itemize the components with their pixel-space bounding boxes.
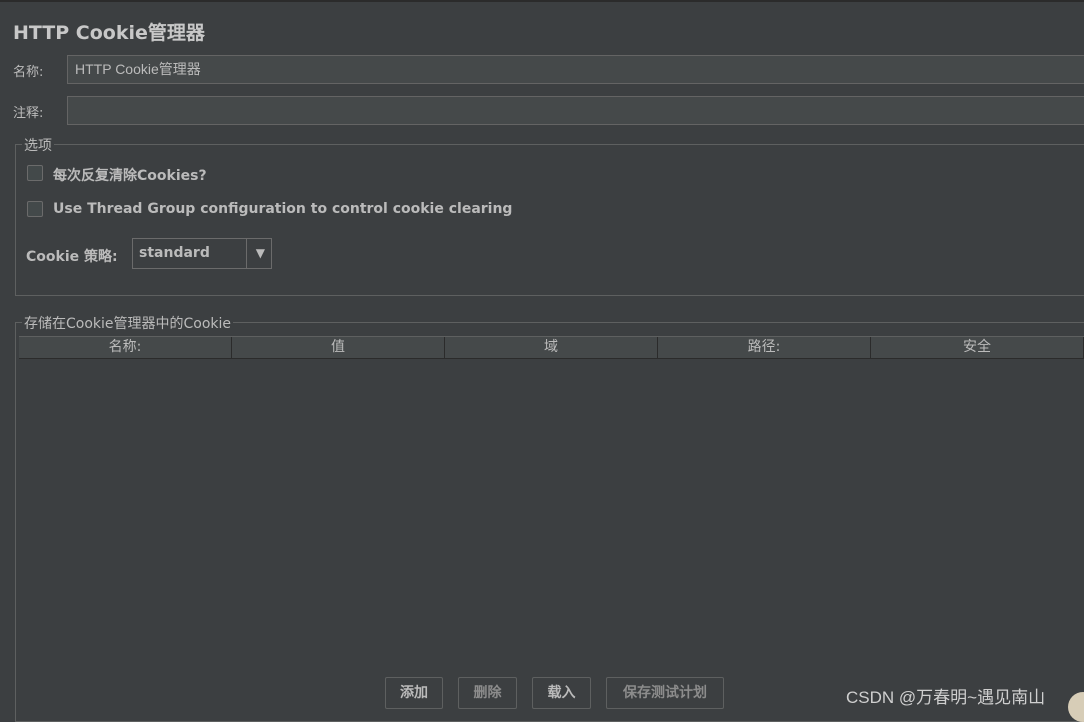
thread-group-config-label: Use Thread Group configuration to contro… — [53, 201, 513, 217]
column-header-value[interactable]: 值 — [232, 337, 445, 358]
load-button[interactable]: 载入 — [532, 677, 591, 709]
column-header-domain[interactable]: 域 — [445, 337, 658, 358]
window-top-border — [0, 0, 1084, 2]
delete-button[interactable]: 删除 — [458, 677, 517, 709]
add-button[interactable]: 添加 — [385, 677, 443, 709]
comment-label: 注释: — [13, 106, 44, 121]
name-label: 名称: — [13, 65, 44, 80]
column-header-name[interactable]: 名称: — [19, 337, 232, 358]
thread-group-config-checkbox[interactable] — [27, 201, 43, 217]
column-header-secure[interactable]: 安全 — [871, 337, 1084, 358]
cookie-policy-value: standard — [139, 245, 210, 261]
name-field[interactable]: HTTP Cookie管理器 — [67, 55, 1084, 84]
column-header-path[interactable]: 路径: — [658, 337, 871, 358]
options-legend: 选项 — [22, 135, 54, 155]
chevron-down-icon[interactable]: ▼ — [256, 246, 265, 260]
cookie-policy-label: Cookie 策略: — [26, 249, 118, 265]
combo-separator — [246, 239, 247, 268]
clear-each-iteration-checkbox[interactable] — [27, 165, 43, 181]
save-test-plan-button[interactable]: 保存测试计划 — [606, 677, 724, 709]
panel-title: HTTP Cookie管理器 — [13, 22, 205, 44]
cookie-policy-select[interactable]: standard ▼ — [132, 238, 272, 269]
watermark: CSDN @万春明~遇见南山 — [846, 688, 1046, 707]
cookie-table-header: 名称: 值 域 路径: 安全 — [19, 336, 1084, 359]
stored-cookies-legend: 存储在Cookie管理器中的Cookie — [22, 313, 234, 333]
cookie-table-body[interactable] — [19, 358, 1084, 668]
comment-field[interactable] — [67, 96, 1084, 125]
clear-each-iteration-label: 每次反复清除Cookies? — [53, 168, 207, 184]
